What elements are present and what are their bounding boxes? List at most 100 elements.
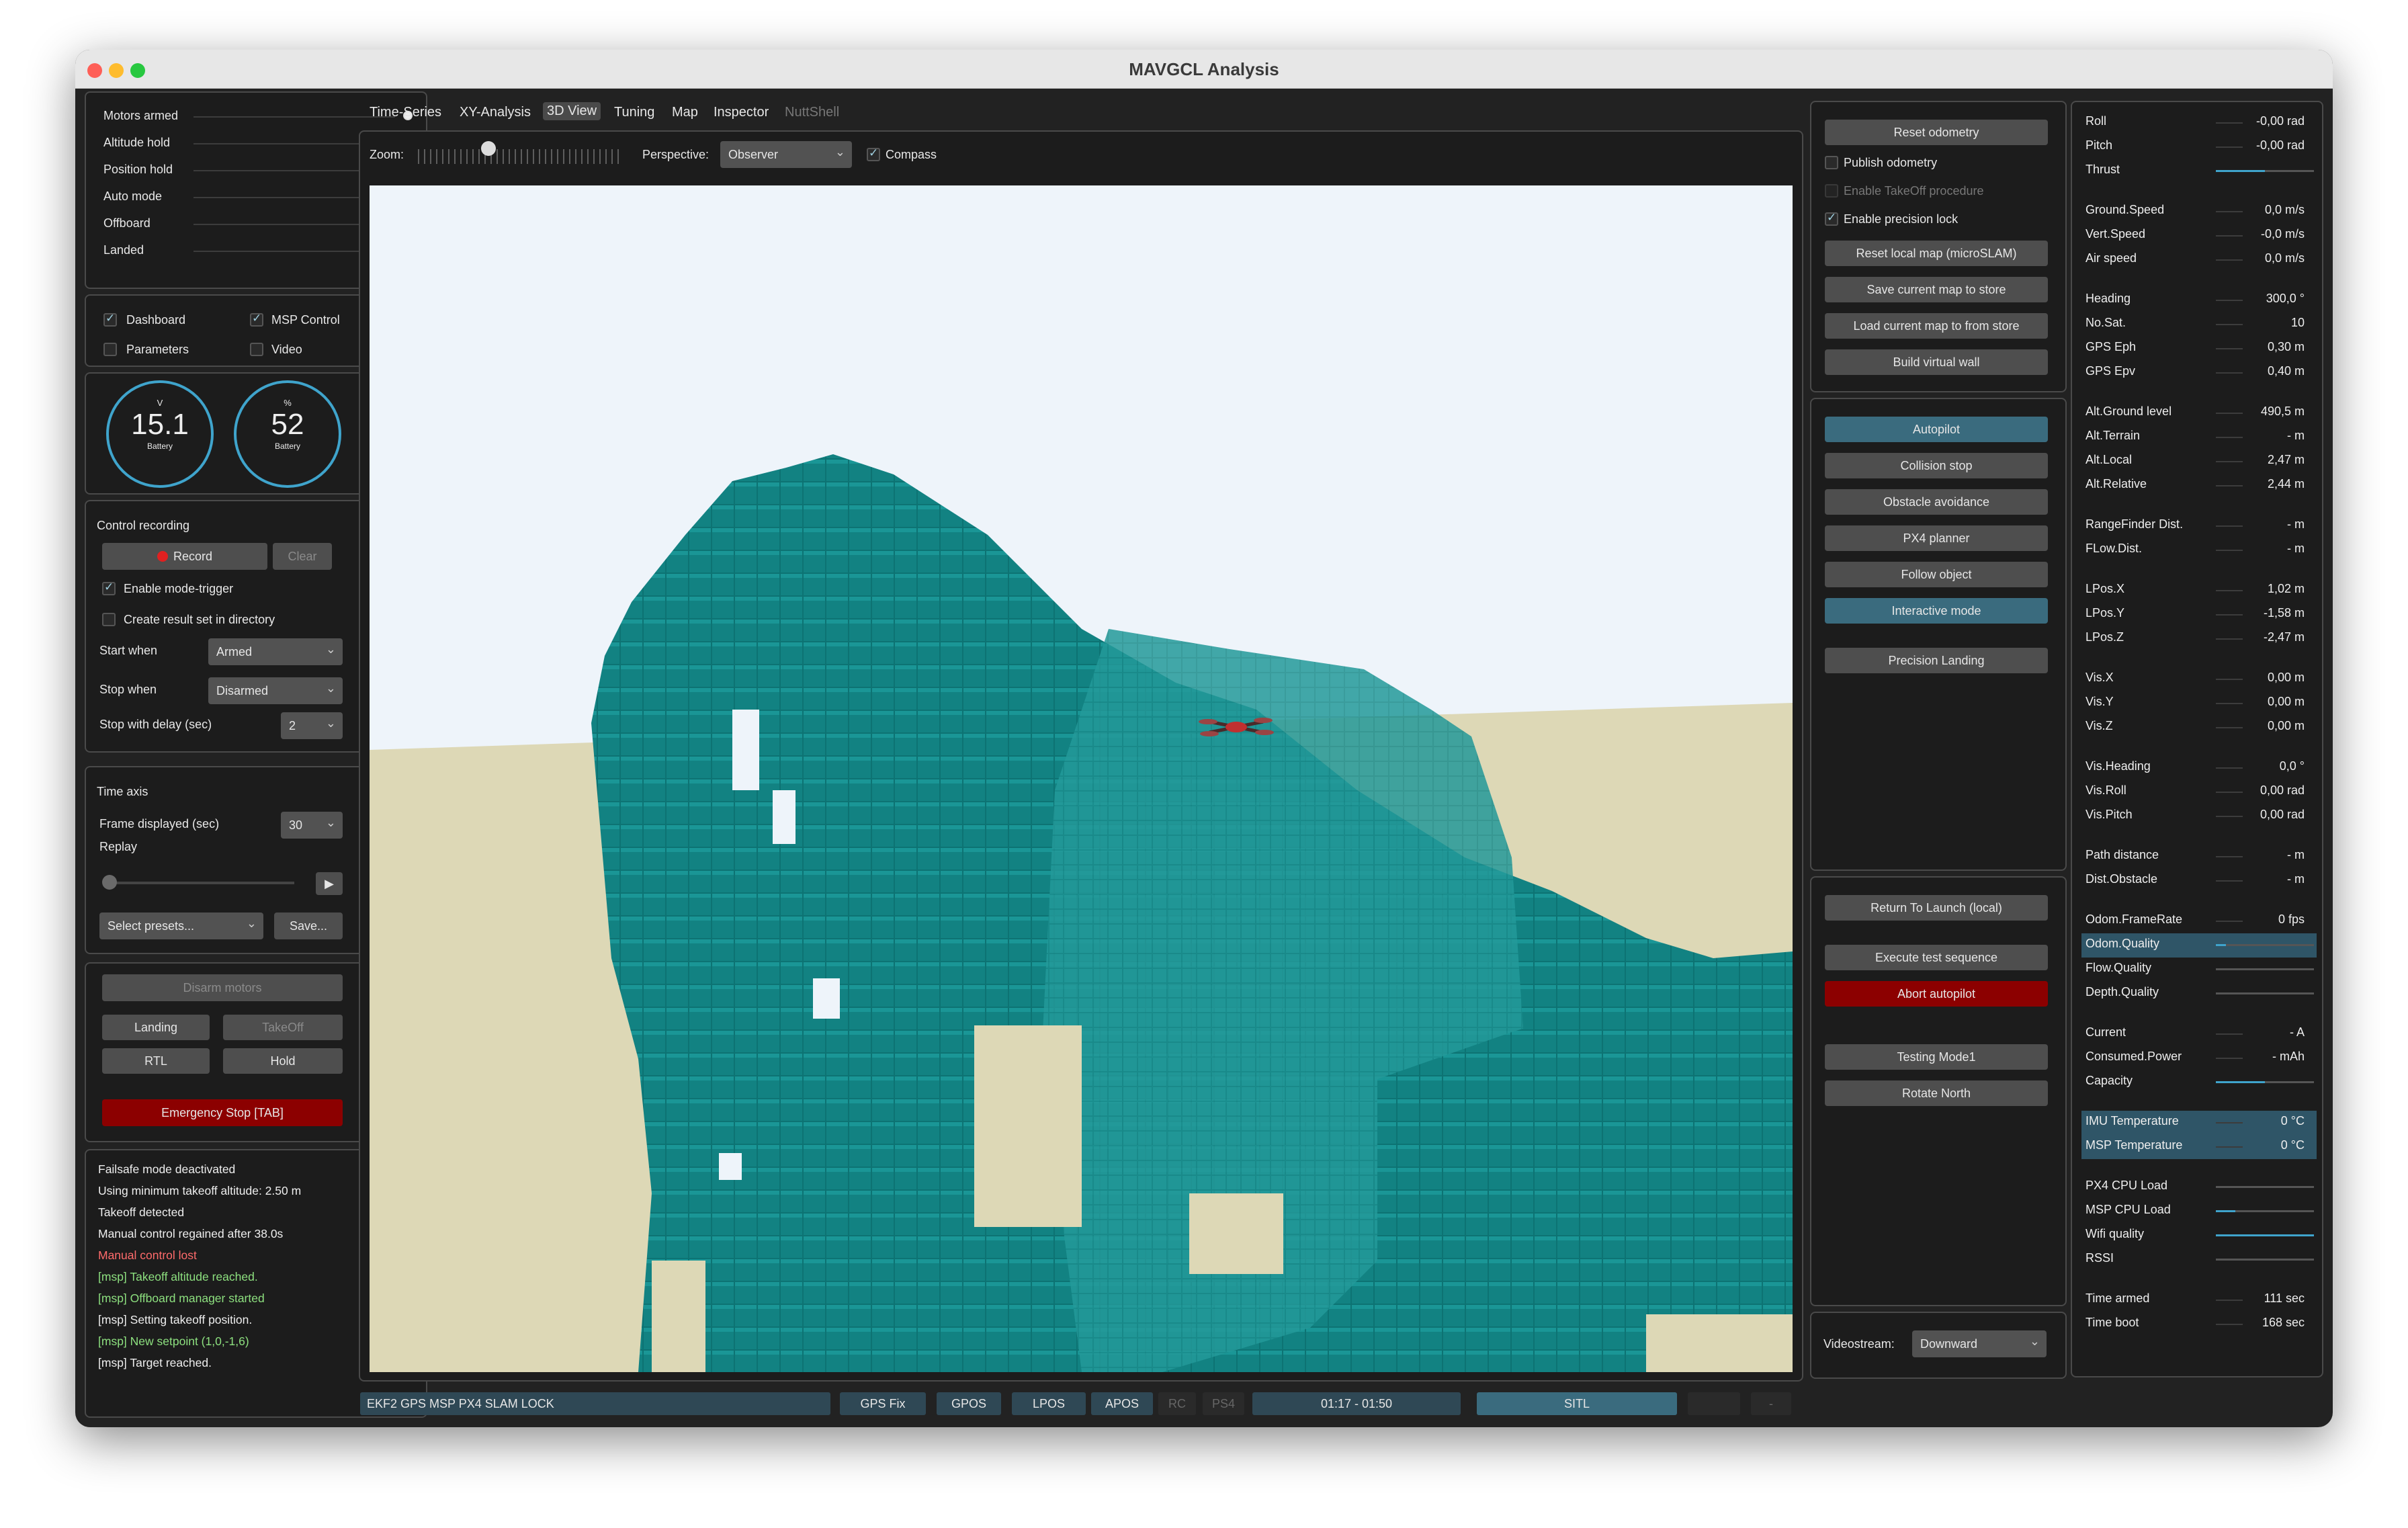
stop-when-select[interactable]: Disarmed bbox=[208, 675, 343, 704]
telemetry-label: Vis.Pitch bbox=[2086, 808, 2133, 821]
compass-checkbox[interactable] bbox=[867, 146, 880, 161]
px4-planner-button[interactable]: PX4 planner bbox=[1825, 525, 2048, 551]
reset-odometry-button[interactable]: Reset odometry bbox=[1825, 120, 2048, 145]
rtl-button[interactable]: RTL bbox=[102, 1048, 210, 1074]
collision-stop-button[interactable]: Collision stop bbox=[1825, 453, 2048, 478]
msp-control-checkbox[interactable] bbox=[250, 312, 263, 327]
zoom-slider[interactable] bbox=[418, 149, 621, 164]
autopilot-button[interactable]: Autopilot bbox=[1825, 417, 2048, 442]
sensor-status: EKF2 GPS MSP PX4 SLAM LOCK bbox=[360, 1392, 830, 1415]
replay-slider[interactable] bbox=[106, 882, 294, 884]
telemetry-label: MSP CPU Load bbox=[2086, 1203, 2171, 1216]
telemetry-label: IMU Temperature bbox=[2086, 1114, 2179, 1128]
slam-panel: Reset odometry Publish odometry Enable T… bbox=[1810, 101, 2067, 392]
telemetry-label: Alt.Relative bbox=[2086, 477, 2147, 491]
takeoff-button[interactable]: TakeOff bbox=[223, 1015, 343, 1040]
disarm-button[interactable]: Disarm motors bbox=[102, 974, 343, 1001]
tab-tuning[interactable]: Tuning bbox=[614, 105, 654, 120]
delay-select[interactable]: 2 bbox=[281, 710, 343, 739]
publish-odometry-checkbox[interactable] bbox=[1825, 156, 1838, 169]
rtl-local-button[interactable]: Return To Launch (local) bbox=[1825, 895, 2048, 921]
record-button[interactable]: Record bbox=[102, 543, 267, 570]
reset-map-button[interactable]: Reset local map (microSLAM) bbox=[1825, 241, 2048, 266]
abort-autopilot-button[interactable]: Abort autopilot bbox=[1825, 981, 2048, 1007]
mode-panel: Autopilot Collision stop Obstacle avoida… bbox=[1810, 398, 2067, 871]
save-map-button[interactable]: Save current map to store bbox=[1825, 277, 2048, 302]
telemetry-value: - m bbox=[2287, 542, 2305, 555]
3d-scene[interactable] bbox=[370, 185, 1793, 1372]
led-label: Altitude hold bbox=[103, 136, 171, 149]
tab-nuttshell[interactable]: NuttShell bbox=[785, 105, 839, 120]
takeoff-procedure-label: Enable TakeOff procedure bbox=[1844, 184, 1984, 198]
telemetry-value: -0,00 rad bbox=[2255, 138, 2305, 152]
log-entry: [msp] Target reached. bbox=[98, 1356, 212, 1369]
start-when-label: Start when bbox=[99, 644, 158, 657]
testing-mode-button[interactable]: Testing Mode1 bbox=[1825, 1044, 2048, 1070]
start-when-select[interactable]: Armed bbox=[208, 636, 343, 665]
telemetry-label: Vis.X bbox=[2086, 671, 2114, 684]
hold-button[interactable]: Hold bbox=[223, 1048, 343, 1074]
dashboard-checkbox[interactable] bbox=[103, 312, 117, 327]
telemetry-label: Thrust bbox=[2086, 163, 2120, 176]
telemetry-value: 300,0 ° bbox=[2266, 292, 2305, 305]
tab-3d-view[interactable]: 3D View bbox=[543, 102, 601, 120]
videostream-select[interactable]: Downward bbox=[1912, 1328, 2047, 1357]
gpos-indicator: GPOS bbox=[937, 1392, 1001, 1415]
presets-select[interactable]: Select presets... bbox=[99, 910, 263, 939]
video-label: Video bbox=[271, 343, 302, 356]
precision-lock-label: Enable precision lock bbox=[1844, 212, 1959, 226]
led-label: Landed bbox=[103, 243, 144, 257]
perspective-select[interactable]: Observer bbox=[720, 138, 852, 168]
led-label: Position hold bbox=[103, 163, 173, 176]
frame-select[interactable]: 30 bbox=[281, 809, 343, 839]
telemetry-label: Roll bbox=[2086, 114, 2107, 128]
telemetry-label: GPS Epv bbox=[2086, 364, 2136, 378]
precision-landing-button[interactable]: Precision Landing bbox=[1825, 648, 2048, 673]
ps4-indicator: PS4 bbox=[1203, 1392, 1244, 1415]
obstacle-avoidance-button[interactable]: Obstacle avoidance bbox=[1825, 489, 2048, 515]
telemetry-label: Time armed bbox=[2086, 1291, 2150, 1305]
telemetry-value: 490,5 m bbox=[2260, 405, 2305, 418]
lpos-indicator: LPOS bbox=[1012, 1392, 1086, 1415]
telemetry-value: 0,00 m bbox=[2267, 695, 2305, 708]
replay-slider-knob[interactable] bbox=[102, 875, 117, 890]
precision-lock-checkbox[interactable] bbox=[1825, 211, 1838, 226]
zoom-slider-knob[interactable] bbox=[481, 141, 496, 156]
result-dir-checkbox[interactable] bbox=[102, 613, 116, 626]
parameters-checkbox[interactable] bbox=[103, 343, 117, 356]
telemetry-label: LPos.Z bbox=[2086, 630, 2124, 644]
emergency-stop-button[interactable]: Emergency Stop [TAB] bbox=[102, 1099, 343, 1126]
interactive-mode-button[interactable]: Interactive mode bbox=[1825, 598, 2048, 624]
tab-xy-analysis[interactable]: XY-Analysis bbox=[460, 105, 531, 120]
frame-label: Frame displayed (sec) bbox=[99, 817, 220, 831]
takeoff-procedure-checkbox[interactable] bbox=[1825, 184, 1838, 198]
window-title: MAVGCL Analysis bbox=[1129, 59, 1279, 79]
recording-title: Control recording bbox=[97, 519, 190, 532]
video-checkbox[interactable] bbox=[250, 343, 263, 356]
play-button[interactable]: ▶ bbox=[316, 872, 343, 895]
mode-trigger-checkbox[interactable] bbox=[102, 581, 116, 595]
load-map-button[interactable]: Load current map to from store bbox=[1825, 313, 2048, 339]
rotate-north-button[interactable]: Rotate North bbox=[1825, 1080, 2048, 1106]
telemetry-label: FLow.Dist. bbox=[2086, 542, 2143, 555]
tab-time-series[interactable]: Time-Series bbox=[370, 105, 441, 120]
led-label: Auto mode bbox=[103, 189, 163, 203]
publish-odometry-label: Publish odometry bbox=[1844, 156, 1938, 169]
save-preset-button[interactable]: Save... bbox=[274, 912, 343, 939]
virtual-wall-button[interactable]: Build virtual wall bbox=[1825, 349, 2048, 375]
tab-map[interactable]: Map bbox=[672, 105, 698, 120]
dashboard-label: Dashboard bbox=[126, 313, 186, 327]
clear-button[interactable]: Clear bbox=[273, 543, 332, 570]
landing-button[interactable]: Landing bbox=[102, 1015, 210, 1040]
zoom-label: Zoom: bbox=[370, 148, 404, 161]
telemetry-value: 0,00 m bbox=[2267, 719, 2305, 732]
follow-object-button[interactable]: Follow object bbox=[1825, 562, 2048, 587]
title-bar: MAVGCL Analysis bbox=[75, 50, 2333, 89]
test-sequence-button[interactable]: Execute test sequence bbox=[1825, 945, 2048, 970]
tab-inspector[interactable]: Inspector bbox=[714, 105, 769, 120]
percent-gauge: % 52 Battery bbox=[234, 380, 341, 488]
telemetry-bar bbox=[2216, 1259, 2314, 1261]
parameters-label: Parameters bbox=[126, 343, 189, 356]
telemetry-label: Capacity bbox=[2086, 1074, 2133, 1087]
telemetry-bar-fill bbox=[2216, 170, 2265, 172]
